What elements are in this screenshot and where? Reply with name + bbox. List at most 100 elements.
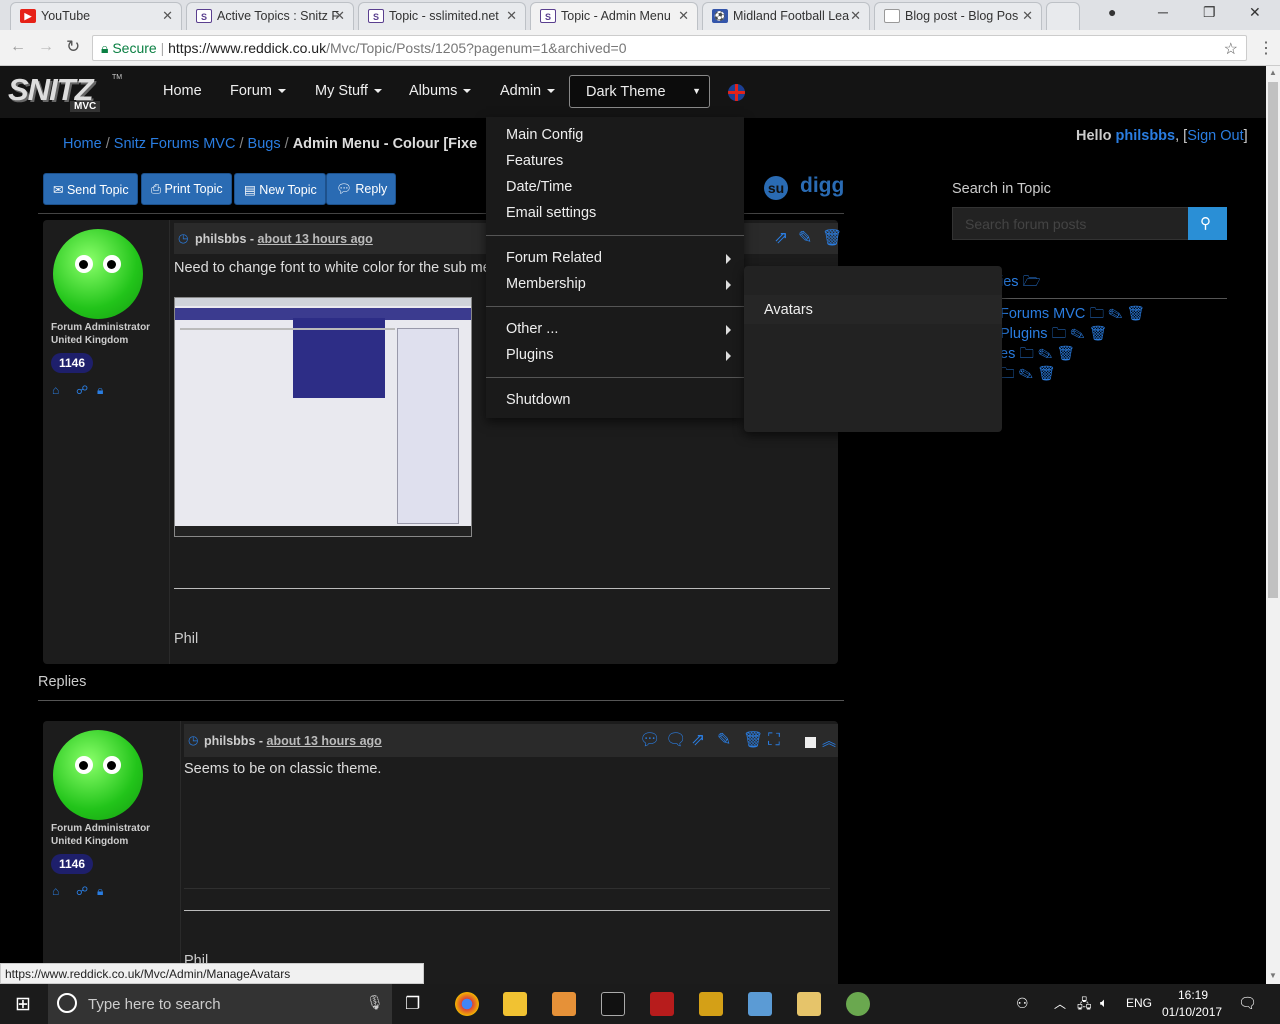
trash-icon[interactable]: 🗑︎ — [822, 228, 842, 248]
file-explorer-icon[interactable] — [503, 992, 527, 1016]
reply-button[interactable]: 💬︎ Reply — [326, 173, 397, 205]
author-name[interactable]: philsbbs — [195, 232, 246, 246]
menu-item-shutdown[interactable]: Shutdown — [506, 392, 571, 408]
sitemap-icon[interactable]: ☍ — [76, 383, 88, 397]
close-icon[interactable]: ✕ — [850, 8, 861, 24]
menu-item-email-settings[interactable]: Email settings — [506, 205, 596, 221]
profile-icon[interactable]: ● — [1108, 4, 1116, 20]
search-button[interactable]: ⚲ — [1188, 207, 1227, 240]
sidebar-category-header[interactable]: ies 🗁︎ — [1000, 271, 1041, 296]
snitz-logo[interactable]: SNITZ MVC TM — [8, 72, 122, 114]
lock-icon[interactable]: 🔒︎ — [97, 383, 103, 398]
clock-time[interactable]: 16:19 — [1178, 988, 1208, 1002]
tab-admin-menu[interactable]: S Topic - Admin Menu ✕ — [530, 2, 698, 30]
tab-youtube[interactable]: ▶ YouTube ✕ — [10, 2, 182, 30]
minimize-icon[interactable]: ─ — [1158, 4, 1168, 20]
reload-icon[interactable]: ↻ — [66, 37, 80, 57]
edit-icon[interactable]: ✎ — [798, 228, 812, 248]
signout-link[interactable]: Sign Out — [1187, 128, 1243, 144]
sidebar-item-icons[interactable]: 🗀︎ ✎ 🗑︎ — [1000, 363, 1056, 388]
share-icon[interactable]: ⇗ — [691, 730, 705, 750]
close-icon[interactable]: ✕ — [1022, 8, 1033, 24]
close-icon[interactable]: ✕ — [334, 8, 345, 24]
forward-icon[interactable]: → — [38, 38, 54, 56]
url-field[interactable]: 🔒︎ Secure | https://www.reddick.co.uk/Mv… — [92, 35, 1247, 61]
bookmark-star-icon[interactable]: ☆ — [1224, 39, 1238, 59]
uk-flag-icon[interactable] — [728, 84, 745, 101]
home-icon[interactable]: ⌂ — [52, 383, 59, 397]
tab-midland-football[interactable]: ⚽ Midland Football Lea ✕ — [702, 2, 870, 30]
clock-date[interactable]: 01/10/2017 — [1162, 1005, 1222, 1019]
chevron-up-icon[interactable]: ︽ — [822, 731, 836, 751]
close-icon[interactable]: ✕ — [506, 8, 517, 24]
scroll-down-icon[interactable]: ▼ — [1269, 971, 1277, 980]
tab-active-topics[interactable]: S Active Topics : Snitz F ✕ — [186, 2, 354, 30]
menu-item-date-time[interactable]: Date/Time — [506, 179, 572, 195]
new-topic-button[interactable]: ▤ New Topic — [234, 173, 326, 205]
lock-icon[interactable]: 🔒︎ — [97, 884, 103, 899]
comments-icon[interactable]: 🗨︎ — [665, 730, 687, 750]
breadcrumb-bugs[interactable]: Bugs — [248, 136, 281, 152]
menu-item-forum-related[interactable]: Forum Related — [506, 250, 602, 266]
chevron-up-icon[interactable]: ︿ — [1054, 995, 1066, 1012]
archive-icon[interactable] — [699, 992, 723, 1016]
network-icon[interactable]: 🖧︎ — [1077, 995, 1092, 1017]
remote-desktop-icon[interactable] — [748, 992, 772, 1016]
submenu-item-avatars[interactable]: Avatars — [764, 302, 813, 318]
breadcrumb-forum[interactable]: Snitz Forums MVC — [114, 136, 236, 152]
terminal-icon[interactable] — [601, 992, 625, 1016]
menu-item-features[interactable]: Features — [506, 153, 563, 169]
app-icon[interactable] — [552, 992, 576, 1016]
author-name[interactable]: philsbbs — [204, 734, 255, 748]
notes-icon[interactable] — [797, 992, 821, 1016]
back-icon[interactable]: ← — [10, 38, 26, 56]
avatar[interactable] — [53, 229, 143, 319]
sitemap-icon[interactable]: ☍ — [76, 884, 88, 898]
tab-blog-post[interactable]: Blog post - Blog Pos ✕ — [874, 2, 1042, 30]
trash-icon[interactable]: 🗑︎ — [743, 730, 763, 750]
language-indicator[interactable]: ENG — [1126, 996, 1152, 1010]
new-tab-button[interactable] — [1046, 2, 1080, 30]
post-screenshot-image[interactable] — [174, 297, 472, 537]
menu-item-main-config[interactable]: Main Config — [506, 127, 583, 143]
taskbar-search-box[interactable]: Type here to search 🎙︎ — [48, 984, 392, 1024]
restore-icon[interactable]: ❐ — [1203, 4, 1216, 21]
avatar[interactable] — [53, 730, 143, 820]
scroll-up-icon[interactable]: ▲ — [1269, 68, 1277, 77]
close-icon[interactable]: ✕ — [162, 8, 173, 24]
database-icon[interactable] — [846, 992, 870, 1016]
nav-mystuff[interactable]: My Stuff — [315, 83, 382, 99]
username-link[interactable]: philsbbs — [1115, 128, 1175, 144]
tab-sslimited[interactable]: S Topic - sslimited.net ✕ — [358, 2, 526, 30]
share-icon[interactable]: ⇗ — [774, 228, 788, 248]
page-scrollbar[interactable]: ▲ ▼ — [1266, 66, 1280, 984]
nav-home[interactable]: Home — [163, 83, 202, 99]
menu-item-plugins[interactable]: Plugins — [506, 347, 554, 363]
edit-icon[interactable]: ✎ — [717, 730, 731, 750]
digg-icon[interactable]: digg — [800, 174, 844, 198]
filezilla-icon[interactable] — [650, 992, 674, 1016]
action-center-icon[interactable]: 🗨︎ — [1238, 994, 1257, 1012]
close-icon[interactable]: ✕ — [678, 8, 689, 24]
nav-albums[interactable]: Albums — [409, 83, 472, 99]
print-topic-button[interactable]: ⎙ Print Topic — [141, 173, 232, 205]
split-topic-icon[interactable]: ⛶ — [768, 730, 780, 750]
menu-icon[interactable]: ⋮ — [1258, 38, 1274, 58]
stumbleupon-icon[interactable]: su — [764, 176, 788, 200]
microphone-icon[interactable]: 🎙︎ — [366, 994, 384, 1011]
nav-forum[interactable]: Forum — [230, 83, 286, 99]
post-time[interactable]: about 13 hours ago — [267, 734, 382, 748]
post-time[interactable]: about 13 hours ago — [258, 232, 373, 246]
nav-admin[interactable]: Admin — [500, 83, 556, 99]
search-input[interactable]: Search forum posts — [952, 207, 1189, 240]
chrome-icon[interactable] — [455, 992, 479, 1016]
send-topic-button[interactable]: ✉ Send Topic — [43, 173, 138, 205]
theme-select[interactable]: Dark Theme ▼ — [569, 75, 710, 108]
scrollbar-thumb[interactable] — [1268, 82, 1278, 598]
people-icon[interactable]: ⚇ — [1016, 995, 1029, 1012]
menu-item-membership[interactable]: Membership — [506, 276, 586, 292]
close-window-icon[interactable]: ✕ — [1249, 4, 1261, 21]
windows-start-icon[interactable]: ⊞ — [15, 993, 31, 1016]
task-view-icon[interactable]: ❐ — [405, 994, 420, 1014]
menu-item-other[interactable]: Other ... — [506, 321, 558, 337]
